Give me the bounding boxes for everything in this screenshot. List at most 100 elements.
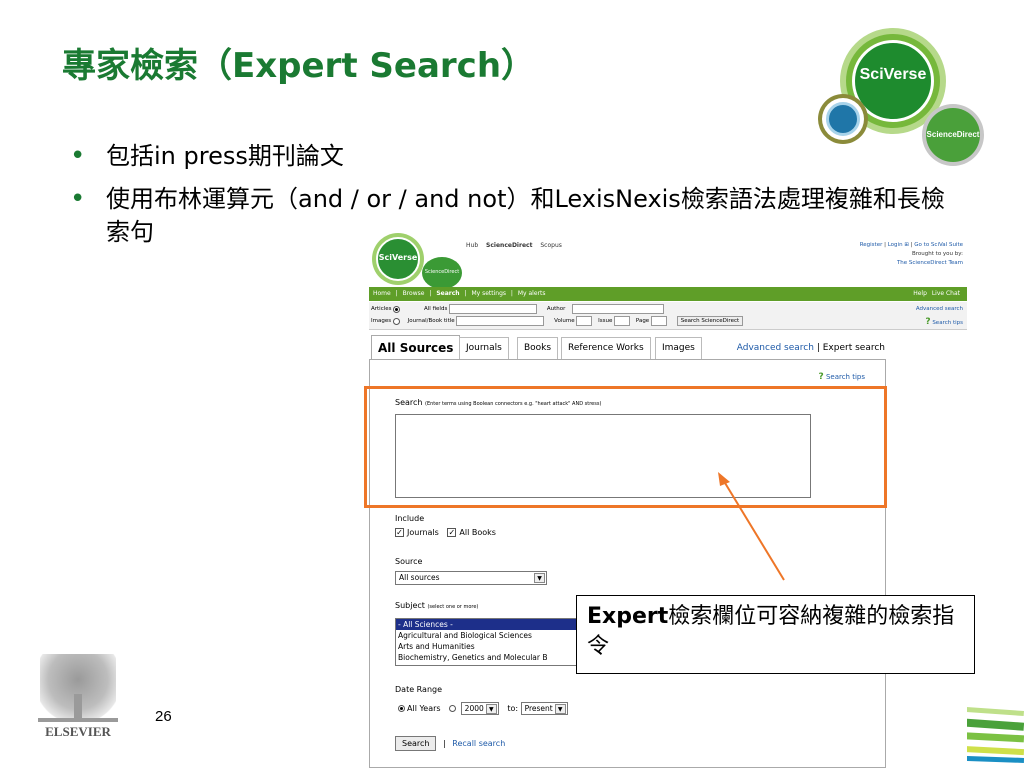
- separator: |: [464, 290, 467, 297]
- register-link[interactable]: Register: [860, 242, 883, 248]
- journals-checkbox-label: Journals: [407, 528, 439, 537]
- dropdown-arrow-icon: ▼: [534, 573, 545, 583]
- nav-home[interactable]: Home: [373, 290, 391, 297]
- all-fields-input[interactable]: [449, 304, 538, 314]
- all-years-radio[interactable]: [398, 705, 405, 712]
- login-icon[interactable]: ⊞: [904, 242, 909, 248]
- arrow-icon: [718, 472, 785, 581]
- page-label: Page: [635, 318, 650, 324]
- date-range-label: Date Range: [395, 685, 443, 694]
- include-options: ✓ Journals ✓ All Books: [395, 528, 496, 537]
- bullet-text: 包括in press期刊論文: [106, 142, 344, 170]
- source-tabs: All Sources Journals Books Reference Wor…: [371, 335, 967, 359]
- quick-search-row: Articles All fields Author: [371, 304, 665, 316]
- callout-bold: Expert: [587, 604, 669, 629]
- dropdown-arrow-icon: ▼: [485, 704, 497, 714]
- live-chat-link[interactable]: Live Chat: [932, 290, 960, 297]
- search-tips-link[interactable]: ? Search tips: [925, 317, 963, 327]
- from-year-select[interactable]: 2000 ▼: [460, 702, 499, 715]
- search-tips-link[interactable]: ? Search tips: [818, 372, 865, 382]
- separator: |: [816, 343, 820, 353]
- quick-search-row: Images Journal/Book title Volume Issue P…: [371, 316, 744, 328]
- list-item[interactable]: Biochemistry, Genetics and Molecular B: [396, 652, 578, 663]
- all-books-checkbox-label: All Books: [459, 528, 496, 537]
- articles-label: Articles: [371, 306, 392, 312]
- images-label: Images: [371, 318, 392, 324]
- author-input[interactable]: [572, 304, 665, 314]
- nav-my-alerts[interactable]: My alerts: [518, 290, 546, 297]
- scival-link[interactable]: Go to SciVal Suite: [914, 242, 963, 248]
- nav-scopus[interactable]: Scopus: [540, 242, 562, 249]
- search-tips-label: Search tips: [825, 373, 865, 381]
- highlight-box: [364, 386, 887, 508]
- nav-sciencedirect[interactable]: ScienceDirect: [486, 242, 532, 249]
- subject-hint: (select one or more): [427, 604, 479, 610]
- all-books-checkbox[interactable]: ✓: [447, 528, 457, 537]
- date-range-options: All Years 2000 ▼ to: Present ▼: [398, 702, 568, 715]
- separator: |: [443, 739, 446, 748]
- all-fields-label: All fields: [424, 306, 448, 312]
- tab-reference-works[interactable]: Reference Works: [561, 337, 651, 359]
- recall-search-link[interactable]: Recall search: [452, 739, 505, 748]
- journal-book-title-input[interactable]: [456, 316, 545, 326]
- sciencedirect-logo-text: ScienceDirect: [926, 130, 980, 139]
- search-tips-label: Search tips: [932, 320, 963, 326]
- separator: |: [884, 242, 886, 248]
- tab-journals[interactable]: Journals: [459, 337, 509, 359]
- advanced-search-link[interactable]: Advanced search: [916, 306, 963, 312]
- help-icon: ?: [818, 372, 824, 382]
- top-nav: Hub ScienceDirect Scopus: [466, 242, 568, 249]
- journals-checkbox[interactable]: ✓: [395, 528, 404, 537]
- images-radio[interactable]: [392, 317, 400, 325]
- nav-hub[interactable]: Hub: [466, 242, 478, 249]
- elsevier-wordmark: ELSEVIER: [45, 724, 111, 739]
- quick-search-bar: Articles All fields Author Images Journa…: [369, 302, 967, 330]
- list-item[interactable]: Agricultural and Biological Sciences: [396, 630, 578, 641]
- expert-search-link[interactable]: Expert search: [823, 343, 885, 353]
- dropdown-arrow-icon: ▼: [554, 704, 566, 714]
- separator: |: [510, 290, 513, 297]
- nav-browse[interactable]: Browse: [403, 290, 425, 297]
- callout-box: Expert檢索欄位可容納複雜的檢索指令: [576, 595, 975, 674]
- tab-books[interactable]: Books: [517, 337, 559, 359]
- articles-radio[interactable]: [393, 305, 401, 313]
- volume-input[interactable]: [576, 316, 593, 326]
- help-link[interactable]: Help: [913, 290, 927, 297]
- list-item[interactable]: - All Sciences -: [396, 619, 578, 630]
- search-sciencedirect-button[interactable]: Search ScienceDirect: [676, 316, 744, 326]
- page-input[interactable]: [650, 316, 667, 326]
- year-range-radio[interactable]: [449, 705, 457, 712]
- logo-base: [38, 718, 118, 722]
- sciverse-logo[interactable]: SciVerse ScienceDirect: [372, 233, 462, 289]
- nav-search[interactable]: Search: [436, 290, 459, 297]
- advanced-search-link[interactable]: Advanced search: [737, 343, 814, 353]
- nav-my-settings[interactable]: My settings: [471, 290, 506, 297]
- to-year-value: Present: [524, 704, 553, 713]
- login-link[interactable]: Login: [888, 242, 903, 248]
- source-select-value: All sources: [399, 573, 440, 582]
- all-years-label: All Years: [407, 704, 441, 713]
- help-icon: ?: [925, 317, 931, 327]
- tab-all-sources[interactable]: All Sources: [371, 335, 461, 359]
- list-item[interactable]: Arts and Humanities: [396, 641, 578, 652]
- volume-label: Volume: [554, 318, 575, 324]
- author-label: Author: [546, 306, 566, 312]
- page-number: 26: [155, 708, 172, 725]
- issue-input[interactable]: [614, 316, 631, 326]
- tab-images[interactable]: Images: [655, 337, 702, 359]
- search-button[interactable]: Search: [395, 736, 437, 751]
- source-select[interactable]: All sources ▼: [395, 571, 547, 585]
- bullet-dot-icon: •: [70, 141, 86, 171]
- team-link[interactable]: The ScienceDirect Team: [860, 259, 963, 268]
- sciverse-logo-text: SciVerse: [378, 253, 418, 262]
- issue-label: Issue: [598, 318, 613, 324]
- slide-title: 專家檢索（Expert Search）: [62, 46, 536, 86]
- separator: |: [910, 242, 913, 248]
- subject-listbox[interactable]: - All Sciences - Agricultural and Biolog…: [395, 618, 579, 666]
- to-year-select[interactable]: Present ▼: [520, 702, 568, 715]
- from-year-value: 2000: [464, 704, 484, 713]
- subject-label: Subject (select one or more): [395, 601, 478, 610]
- sciencedirect-logo-text: ScienceDirect: [424, 269, 460, 275]
- include-label: Include: [395, 514, 425, 523]
- brought-by-label: Brought to you by:: [912, 251, 963, 257]
